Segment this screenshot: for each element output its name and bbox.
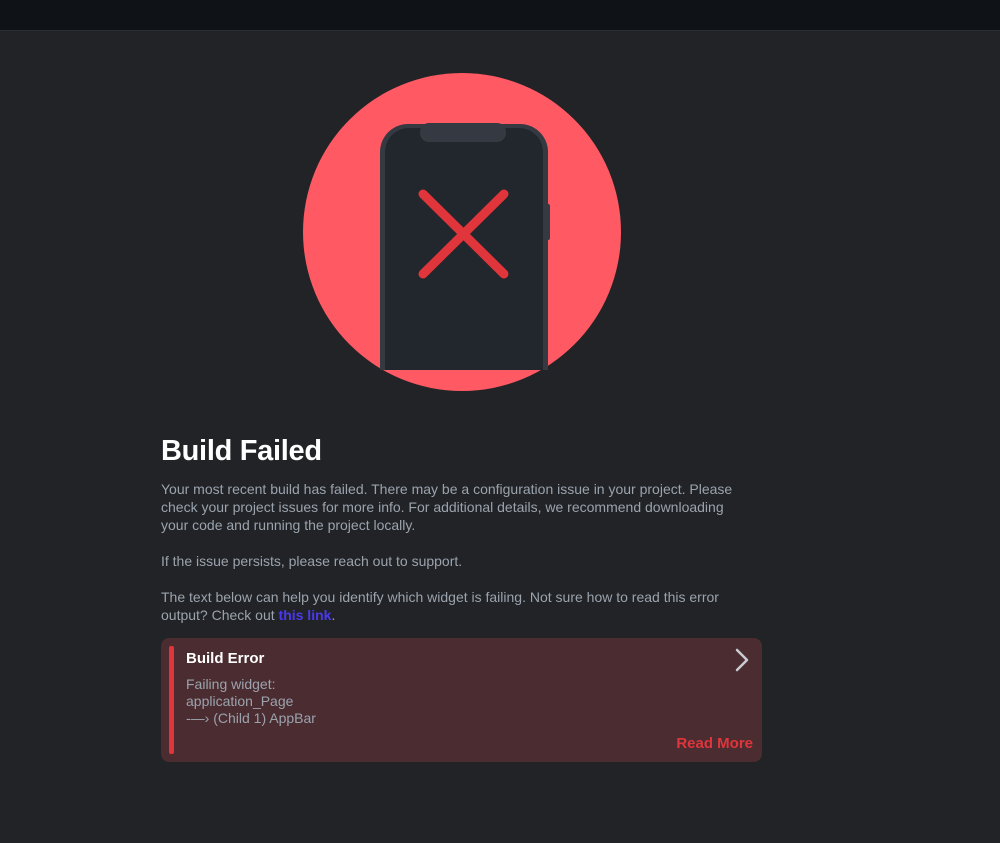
build-error-card[interactable]: Build Error Failing widget: application_… <box>161 638 762 762</box>
build-failed-description: Your most recent build has failed. There… <box>161 481 733 533</box>
error-help-text: The text below can help you identify whi… <box>161 588 746 624</box>
error-help-text-start: The text below can help you identify whi… <box>161 589 719 623</box>
error-accent-bar <box>169 646 174 754</box>
error-card-title: Build Error <box>186 650 265 667</box>
error-detail-line: Failing widget: <box>186 676 276 692</box>
main-content: Build Failed Your most recent build has … <box>161 433 761 624</box>
error-detail-line: -—› (Child 1) AppBar <box>186 710 316 726</box>
read-more-button[interactable]: Read More <box>676 735 753 752</box>
chevron-right-icon[interactable] <box>731 646 753 674</box>
top-bar <box>0 0 1000 31</box>
error-card-details: Failing widget: application_Page -—› (Ch… <box>186 676 316 727</box>
help-link[interactable]: this link <box>279 607 332 623</box>
build-failed-illustration <box>303 73 621 391</box>
phone-error-icon <box>380 123 550 370</box>
error-detail-line: application_Page <box>186 693 294 709</box>
error-help-text-end: . <box>331 607 336 623</box>
support-note: If the issue persists, please reach out … <box>161 553 463 569</box>
page-title: Build Failed <box>161 435 322 467</box>
